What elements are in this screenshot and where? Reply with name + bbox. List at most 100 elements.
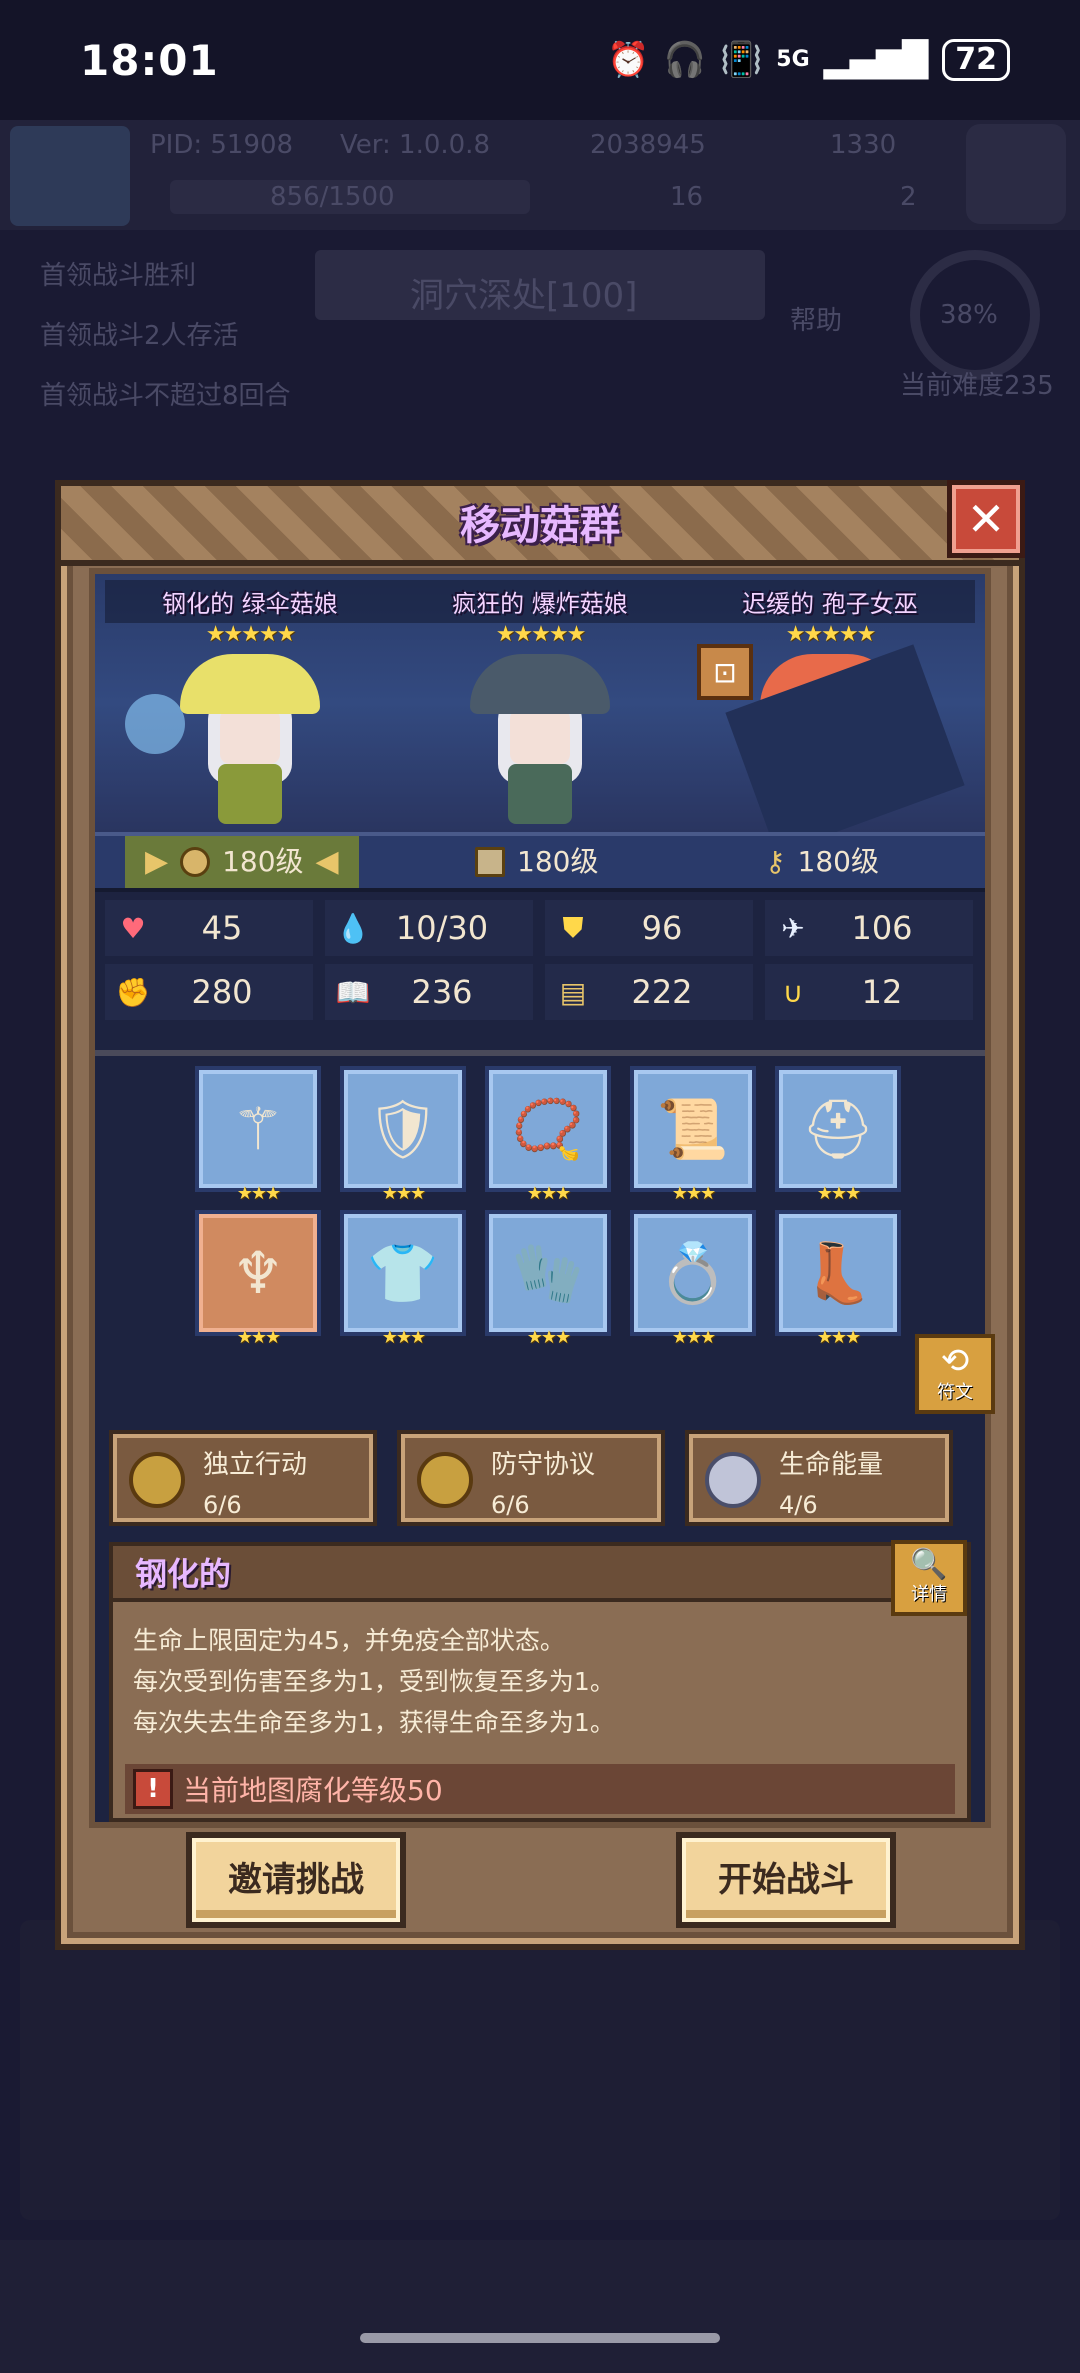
- mushroom-hat: [180, 654, 320, 714]
- rune-button[interactable]: ⟲ 符文: [915, 1334, 995, 1414]
- trait-header: 钢化的: [113, 1546, 891, 1602]
- headphones-icon: 🎧: [663, 40, 706, 80]
- character-sprite: [470, 654, 610, 824]
- warning-icon: !: [133, 1769, 173, 1809]
- character-name: 迟缓的 孢子女巫: [685, 580, 975, 623]
- equip-slot-horned-helmet[interactable]: ♆ ★★★: [195, 1210, 321, 1348]
- equip-slot-shield[interactable]: 🛡 ★★★: [340, 1066, 466, 1204]
- version-label: Ver: 1.0.0.8: [340, 130, 490, 160]
- start-battle-button[interactable]: 开始战斗: [676, 1832, 896, 1928]
- background-bottom-nav: [0, 2240, 1080, 2373]
- armor-icon: 👕: [366, 1238, 440, 1307]
- set-bonus-2[interactable]: 防守协议 6/6: [397, 1430, 665, 1526]
- gauntlet-icon: 🧤: [511, 1238, 585, 1307]
- exp-label: 856/1500: [270, 182, 395, 212]
- heart-icon: ♥: [120, 911, 146, 945]
- character-stars: ★★★★★: [495, 622, 587, 647]
- square-icon: [475, 847, 505, 877]
- close-button[interactable]: ✕: [947, 480, 1025, 558]
- refresh-icon: ⟲: [940, 1341, 970, 1381]
- trait-line: 每次受到伤害至多为1，受到恢复至多为1。: [133, 1667, 615, 1696]
- boots-icon: 👢: [801, 1238, 875, 1307]
- water-drop-icon: 💧: [335, 911, 371, 945]
- ring-icon: 💍: [656, 1238, 730, 1307]
- stat-mana: 💧 10/30: [325, 900, 533, 956]
- avatar: [10, 126, 130, 226]
- necklace-icon: 📿: [511, 1094, 585, 1163]
- equip-slot-helmet[interactable]: ⛑ ★★★: [775, 1066, 901, 1204]
- stage-name: 洞穴深处[100]: [410, 276, 638, 316]
- home-indicator[interactable]: [360, 2333, 720, 2343]
- level-label: 180级: [797, 845, 879, 878]
- fist-icon: ✊: [115, 975, 151, 1009]
- set-bonus-3[interactable]: 生命能量 4/6: [685, 1430, 953, 1526]
- trait-line: 每次失去生命至多为1，获得生命至多为1。: [133, 1708, 615, 1737]
- helmet-icon: ⛑: [801, 1094, 875, 1163]
- wand-icon: ⚚: [232, 1095, 284, 1163]
- clover-count: 16: [670, 182, 704, 212]
- horned-helmet-icon: ♆: [232, 1239, 284, 1307]
- equip-slot-armor[interactable]: 👕 ★★★: [340, 1210, 466, 1348]
- invite-challenge-button[interactable]: 邀请挑战: [186, 1832, 406, 1928]
- character-card[interactable]: 迟缓的 孢子女巫 ★★★★★ ⊡: [685, 574, 975, 832]
- level-tab-3[interactable]: ⚷ 180级: [765, 836, 879, 888]
- status-bar: 18:01 ⏰ 🎧 📳 5G ▂▄▆█ 72: [0, 0, 1080, 120]
- equip-slot-wand[interactable]: ⚚ ★★★: [195, 1066, 321, 1204]
- equip-slot-necklace[interactable]: 📿 ★★★: [485, 1066, 611, 1204]
- character-card[interactable]: 钢化的 绿伞菇娘 ★★★★★: [105, 574, 395, 832]
- trait-line: 生命上限固定为45，并免疫全部状态。: [133, 1626, 565, 1655]
- character-stars: ★★★★★: [205, 622, 297, 647]
- level-label: 180级: [517, 845, 599, 878]
- character-card[interactable]: 疯狂的 爆炸菇娘 ★★★★★: [395, 574, 685, 832]
- modal-header: 移动菇群: [61, 486, 1019, 566]
- set-bonus-1[interactable]: 独立行动 6/6: [109, 1430, 377, 1526]
- mushroom-hat: [470, 654, 610, 714]
- clock: 18:01: [80, 35, 219, 85]
- level-label: 180级: [222, 845, 304, 878]
- alarm-icon: ⏰: [607, 40, 650, 80]
- stat-defense: ⛊ 96: [545, 900, 753, 956]
- equip-slot-gauntlet[interactable]: 🧤 ★★★: [485, 1210, 611, 1348]
- key-count: 2: [900, 182, 917, 212]
- boss-info-modal: 移动菇群 ✕ 钢化的 绿伞菇娘 ★★★★★ 疯狂的 爆炸菇娘 ★★★★★ 迟缓的…: [55, 480, 1025, 1950]
- character-scene: 钢化的 绿伞菇娘 ★★★★★ 疯狂的 爆炸菇娘 ★★★★★ 迟缓的 孢子女巫 ★…: [95, 574, 985, 832]
- stat-hp: ♥ 45: [105, 900, 313, 956]
- trait-description-panel: 钢化的 🔍 详情 生命上限固定为45，并免疫全部状态。 每次受到伤害至多为1，受…: [109, 1540, 971, 1822]
- objective-3: 首领战斗不超过8回合: [40, 381, 291, 411]
- close-icon: ✕: [966, 492, 1006, 546]
- trait-title: 钢化的: [135, 1555, 232, 1593]
- help-label: 帮助: [790, 306, 843, 336]
- equip-slot-boots[interactable]: 👢 ★★★: [775, 1210, 901, 1348]
- set-coin-icon: [129, 1452, 185, 1508]
- status-icons: ⏰ 🎧 📳 5G ▂▄▆█ 72: [607, 39, 1010, 81]
- trait-text: 生命上限固定为45，并免疫全部状态。 每次受到伤害至多为1，受到恢复至多为1。 …: [133, 1620, 953, 1743]
- shield-icon: ⛊: [562, 911, 584, 944]
- heart-shield-icon: 🛡: [366, 1094, 440, 1163]
- modal-title: 移动菇群: [460, 503, 620, 549]
- arrow-left-icon: ▶: [145, 844, 169, 879]
- summon-badge-icon[interactable]: ⊡: [697, 644, 753, 700]
- set-coin-icon: [417, 1452, 473, 1508]
- battery-indicator: 72: [942, 39, 1010, 81]
- level-tab-2[interactable]: 180级: [475, 836, 598, 888]
- detail-button[interactable]: 🔍 详情: [891, 1540, 967, 1616]
- stat-magic: 📖 236: [325, 964, 533, 1020]
- divider: [95, 1050, 985, 1056]
- modal-content: 钢化的 绿伞菇娘 ★★★★★ 疯狂的 爆炸菇娘 ★★★★★ 迟缓的 孢子女巫 ★…: [89, 568, 995, 1828]
- key-icon: ⚷: [765, 845, 786, 878]
- scroll-icon: ▤: [559, 975, 587, 1009]
- stat-attack: ✊ 280: [105, 964, 313, 1020]
- settings-gear-icon: [966, 124, 1066, 224]
- stat-luck: ∪ 12: [765, 964, 973, 1020]
- equip-slot-ring[interactable]: 💍 ★★★: [630, 1210, 756, 1348]
- player-id: PID: 51908: [150, 130, 294, 160]
- background-list: [20, 1920, 1060, 2220]
- scroll-item-icon: 📜: [656, 1094, 730, 1163]
- horseshoe-icon: ∪: [782, 975, 804, 1009]
- compass-icon: [180, 847, 211, 877]
- background-top-bar: PID: 51908 Ver: 1.0.0.8 2038945 1330 856…: [0, 120, 1080, 230]
- equip-slot-scroll[interactable]: 📜 ★★★: [630, 1066, 756, 1204]
- stats-grid: ♥ 45 💧 10/30 ⛊ 96 ✈ 106 ✊ 280 📖 236 ▤ 22…: [105, 900, 975, 1040]
- level-tab-1[interactable]: ▶ 180级 ◀: [125, 836, 359, 888]
- corruption-warning: ! 当前地图腐化等级50: [125, 1764, 955, 1814]
